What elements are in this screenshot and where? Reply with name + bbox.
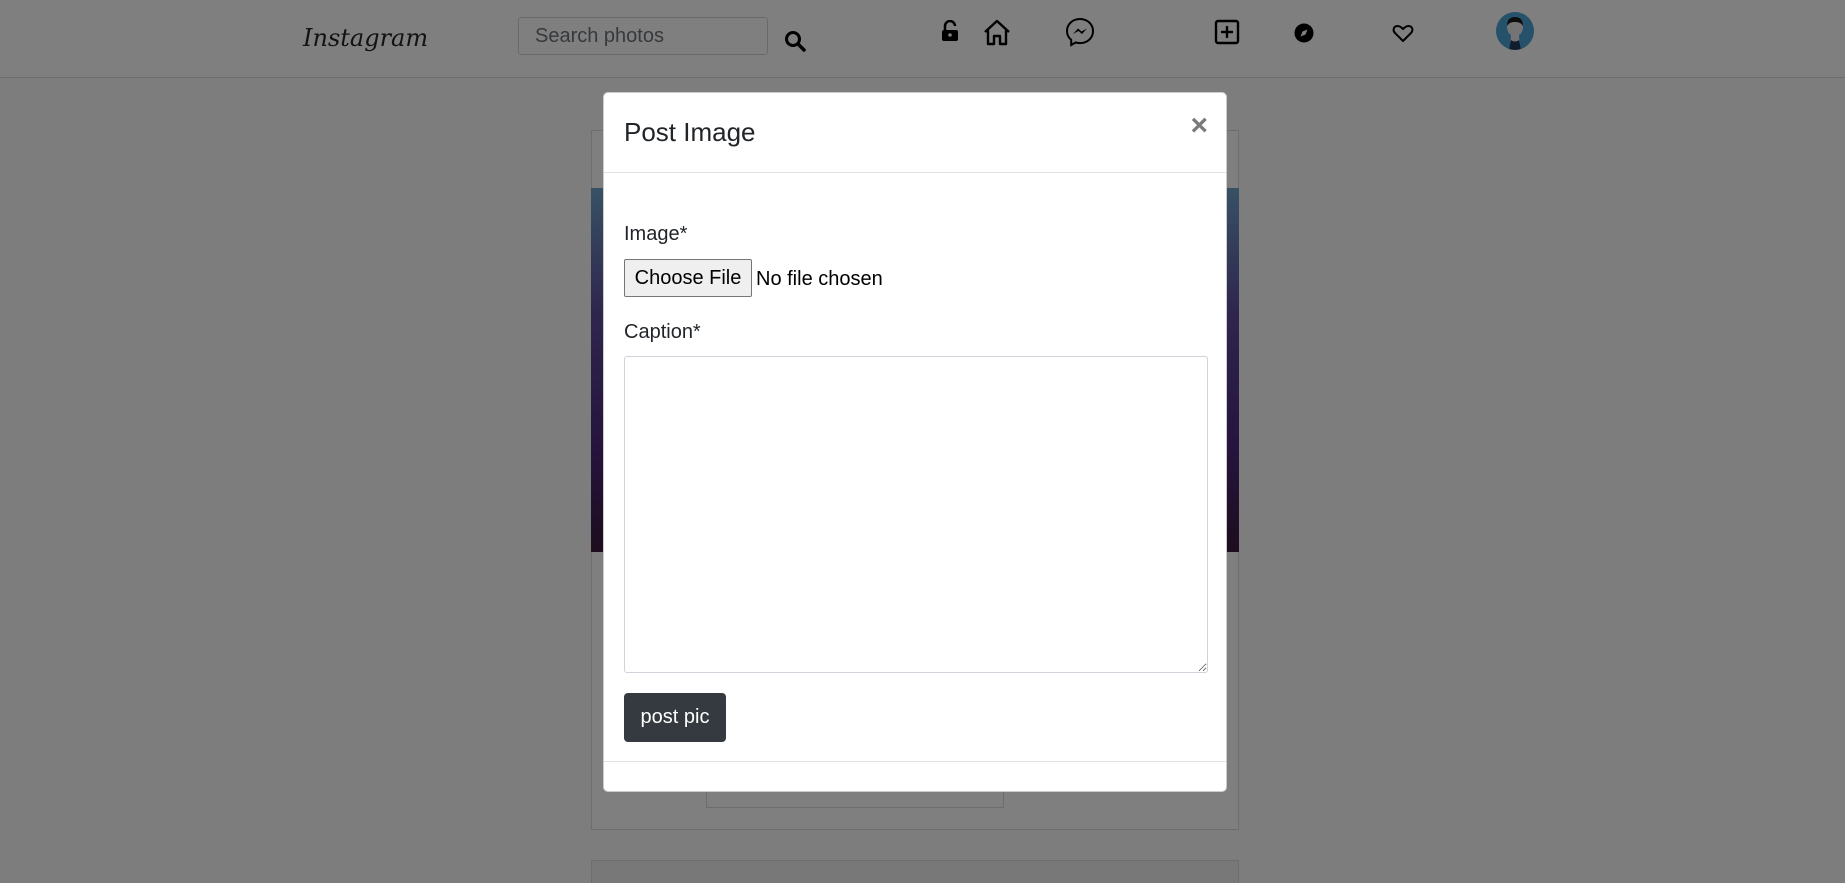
post-pic-button[interactable]: post pic <box>624 693 726 742</box>
choose-file-button[interactable]: Choose File <box>624 259 752 297</box>
modal-header: Post Image × <box>604 93 1226 173</box>
caption-label: Caption* <box>624 321 701 343</box>
close-button[interactable]: × <box>1190 111 1208 141</box>
modal-footer-divider <box>604 761 1226 762</box>
file-status-text: No file chosen <box>756 268 883 290</box>
caption-textarea[interactable] <box>624 356 1208 673</box>
image-label: Image* <box>624 223 688 245</box>
modal-title: Post Image <box>624 117 756 147</box>
post-image-modal: Post Image × Image* Choose File No file … <box>603 92 1227 792</box>
